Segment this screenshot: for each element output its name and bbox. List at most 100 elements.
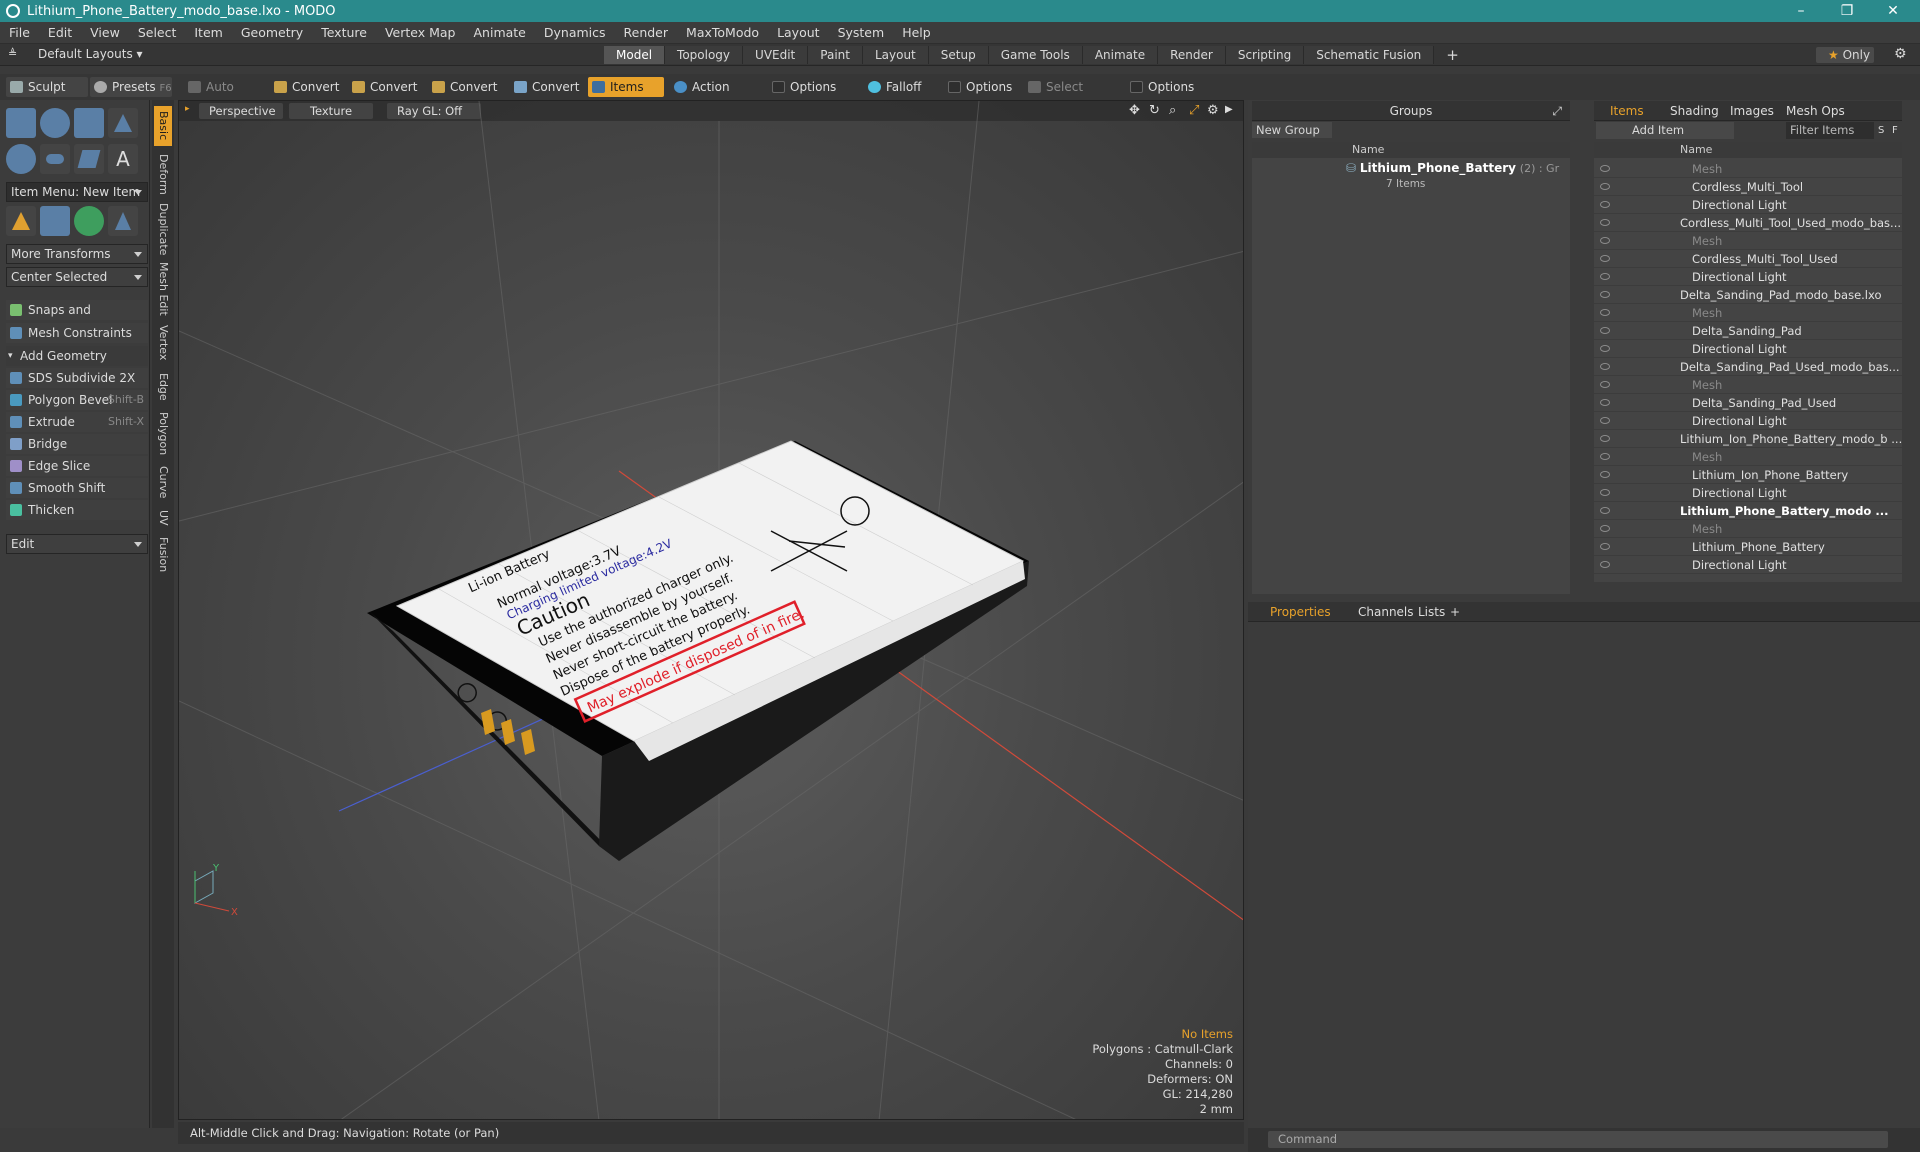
new-group-button[interactable]: New Group: [1252, 122, 1332, 138]
scene-row[interactable]: Delta_Sanding_Pad_modo_base.lxo: [1594, 286, 1902, 304]
select-through-options-button[interactable]: Options: [1126, 77, 1206, 97]
menu-view[interactable]: View: [81, 25, 129, 40]
item-row[interactable]: Lithium_Phone_Battery: [1594, 538, 1902, 556]
vtab-basic[interactable]: Basic: [154, 106, 172, 146]
visibility-eye-icon[interactable]: [1600, 219, 1610, 226]
item-row[interactable]: Directional Light: [1594, 556, 1902, 574]
tab-setup[interactable]: Setup: [928, 46, 989, 64]
menu-geometry[interactable]: Geometry: [232, 25, 312, 40]
only-toggle[interactable]: ★ Only: [1816, 47, 1874, 63]
convert-edge-button[interactable]: Convert: [348, 77, 422, 97]
action-center-options-button[interactable]: Options: [768, 77, 858, 97]
visibility-eye-icon[interactable]: [1600, 345, 1610, 352]
auto-select-button[interactable]: Auto Select: [184, 77, 264, 114]
mesh-row[interactable]: Mesh: [1594, 376, 1902, 394]
vtab-polygon[interactable]: Polygon: [154, 408, 172, 460]
filter-s-button[interactable]: S: [1878, 122, 1890, 139]
scene-row[interactable]: Cordless_Multi_Tool_Used_modo_bas...: [1594, 214, 1902, 232]
tab-properties[interactable]: Properties: [1270, 602, 1331, 622]
scene-row[interactable]: Delta_Sanding_Pad_Used_modo_bas...: [1594, 358, 1902, 376]
tool-extrude[interactable]: Extrude Shift-X: [6, 412, 148, 432]
item-row[interactable]: Directional Light: [1594, 412, 1902, 430]
add-tab-button[interactable]: +: [1434, 46, 1471, 64]
visibility-eye-icon[interactable]: [1600, 165, 1610, 172]
vtab-fusion[interactable]: Fusion: [154, 534, 172, 576]
tab-scripting[interactable]: Scripting: [1225, 46, 1305, 64]
add-tab-button[interactable]: +: [1450, 602, 1460, 622]
menu-file[interactable]: File: [0, 25, 39, 40]
visibility-eye-icon[interactable]: [1600, 237, 1610, 244]
scale-icon[interactable]: [40, 206, 70, 236]
cube-icon[interactable]: [6, 108, 36, 138]
visibility-eye-icon[interactable]: [1600, 471, 1610, 478]
mesh-row[interactable]: Mesh: [1594, 232, 1902, 250]
visibility-eye-icon[interactable]: [1600, 435, 1610, 442]
default-layouts-dropdown[interactable]: Default Layouts ▾: [38, 47, 143, 61]
menu-dynamics[interactable]: Dynamics: [535, 25, 615, 40]
capsule-icon[interactable]: [40, 144, 70, 174]
menu-layout[interactable]: Layout: [768, 25, 829, 40]
item-row[interactable]: Directional Light: [1594, 196, 1902, 214]
vtab-deform[interactable]: Deform: [154, 150, 172, 198]
scene-row[interactable]: Lithium_Phone_Battery_modo ...: [1594, 502, 1902, 520]
mesh-row[interactable]: Mesh: [1594, 160, 1902, 178]
vtab-edge[interactable]: Edge: [154, 368, 172, 406]
tab-lists[interactable]: Lists: [1418, 602, 1445, 622]
item-row[interactable]: Cordless_Multi_Tool_Used: [1594, 250, 1902, 268]
settings-gear-icon[interactable]: ⚙: [1894, 46, 1907, 62]
visibility-eye-icon[interactable]: [1600, 507, 1610, 514]
visibility-eye-icon[interactable]: [1600, 327, 1610, 334]
snaps-precision-button[interactable]: Snaps and Precision: [6, 300, 148, 337]
tool-edge-slice[interactable]: Edge Slice: [6, 456, 148, 476]
tool-polygon-bevel[interactable]: Polygon Bevel Shift-B: [6, 390, 148, 410]
tab-game-tools[interactable]: Game Tools: [988, 46, 1083, 64]
items-mode-button[interactable]: Items: [588, 77, 664, 97]
tab-layout[interactable]: Layout: [862, 46, 929, 64]
menu-animate[interactable]: Animate: [465, 25, 535, 40]
tab-mesh-ops[interactable]: Mesh Ops: [1786, 101, 1845, 121]
convert-item-button[interactable]: Convert: [510, 77, 584, 97]
tool-sds-subdivide[interactable]: SDS Subdivide 2X: [6, 368, 148, 388]
cone-icon[interactable]: [108, 108, 138, 138]
rotate-icon[interactable]: [74, 206, 104, 236]
visibility-eye-icon[interactable]: [1600, 273, 1610, 280]
falloff-options-button[interactable]: Options: [944, 77, 1024, 97]
mesh-row[interactable]: Mesh: [1594, 520, 1902, 538]
mesh-row[interactable]: Mesh: [1594, 448, 1902, 466]
tab-shading[interactable]: Shading: [1670, 101, 1719, 121]
item-menu-dropdown[interactable]: Item Menu: New Item: [6, 182, 148, 202]
vtab-mesh-edit[interactable]: Mesh Edit: [154, 260, 172, 318]
3d-viewport[interactable]: ▸ Perspective Texture Ray GL: Off ✥ ↻ ⌕ …: [178, 100, 1244, 1120]
tab-render[interactable]: Render: [1158, 46, 1226, 64]
menu-edit[interactable]: Edit: [39, 25, 81, 40]
item-row[interactable]: Directional Light: [1594, 268, 1902, 286]
tab-paint[interactable]: Paint: [808, 46, 863, 64]
mesh-row[interactable]: Mesh: [1594, 304, 1902, 322]
tab-model[interactable]: Model: [604, 46, 666, 64]
tab-images[interactable]: Images: [1730, 101, 1774, 121]
menu-vertex-map[interactable]: Vertex Map: [376, 25, 465, 40]
mesh-constraints-button[interactable]: Mesh Constraints: [6, 323, 148, 343]
visibility-eye-icon[interactable]: [1600, 309, 1610, 316]
text-tool-icon[interactable]: A: [108, 144, 138, 174]
item-row[interactable]: Directional Light: [1594, 484, 1902, 502]
add-geometry-section[interactable]: ▾ Add Geometry: [6, 346, 148, 366]
visibility-eye-icon[interactable]: [1600, 291, 1610, 298]
visibility-eye-icon[interactable]: [1600, 201, 1610, 208]
command-input[interactable]: Command: [1268, 1131, 1888, 1148]
menu-system[interactable]: System: [829, 25, 894, 40]
visibility-eye-icon[interactable]: [1600, 453, 1610, 460]
minimize-icon[interactable]: –: [1778, 0, 1824, 22]
select-through-button[interactable]: Select Through: [1024, 77, 1124, 114]
visibility-eye-icon[interactable]: [1600, 183, 1610, 190]
tab-uvedit[interactable]: UVEdit: [743, 46, 809, 64]
close-icon[interactable]: ✕: [1870, 0, 1916, 22]
add-item-button[interactable]: Add Item: [1596, 122, 1734, 139]
item-row[interactable]: Cordless_Multi_Tool: [1594, 178, 1902, 196]
menu-render[interactable]: Render: [615, 25, 678, 40]
menu-texture[interactable]: Texture: [312, 25, 376, 40]
tab-animate[interactable]: Animate: [1082, 46, 1159, 64]
sphere-icon[interactable]: [40, 108, 70, 138]
tool-thicken[interactable]: Thicken: [6, 500, 148, 520]
convert-polygon-button[interactable]: Convert: [428, 77, 502, 97]
